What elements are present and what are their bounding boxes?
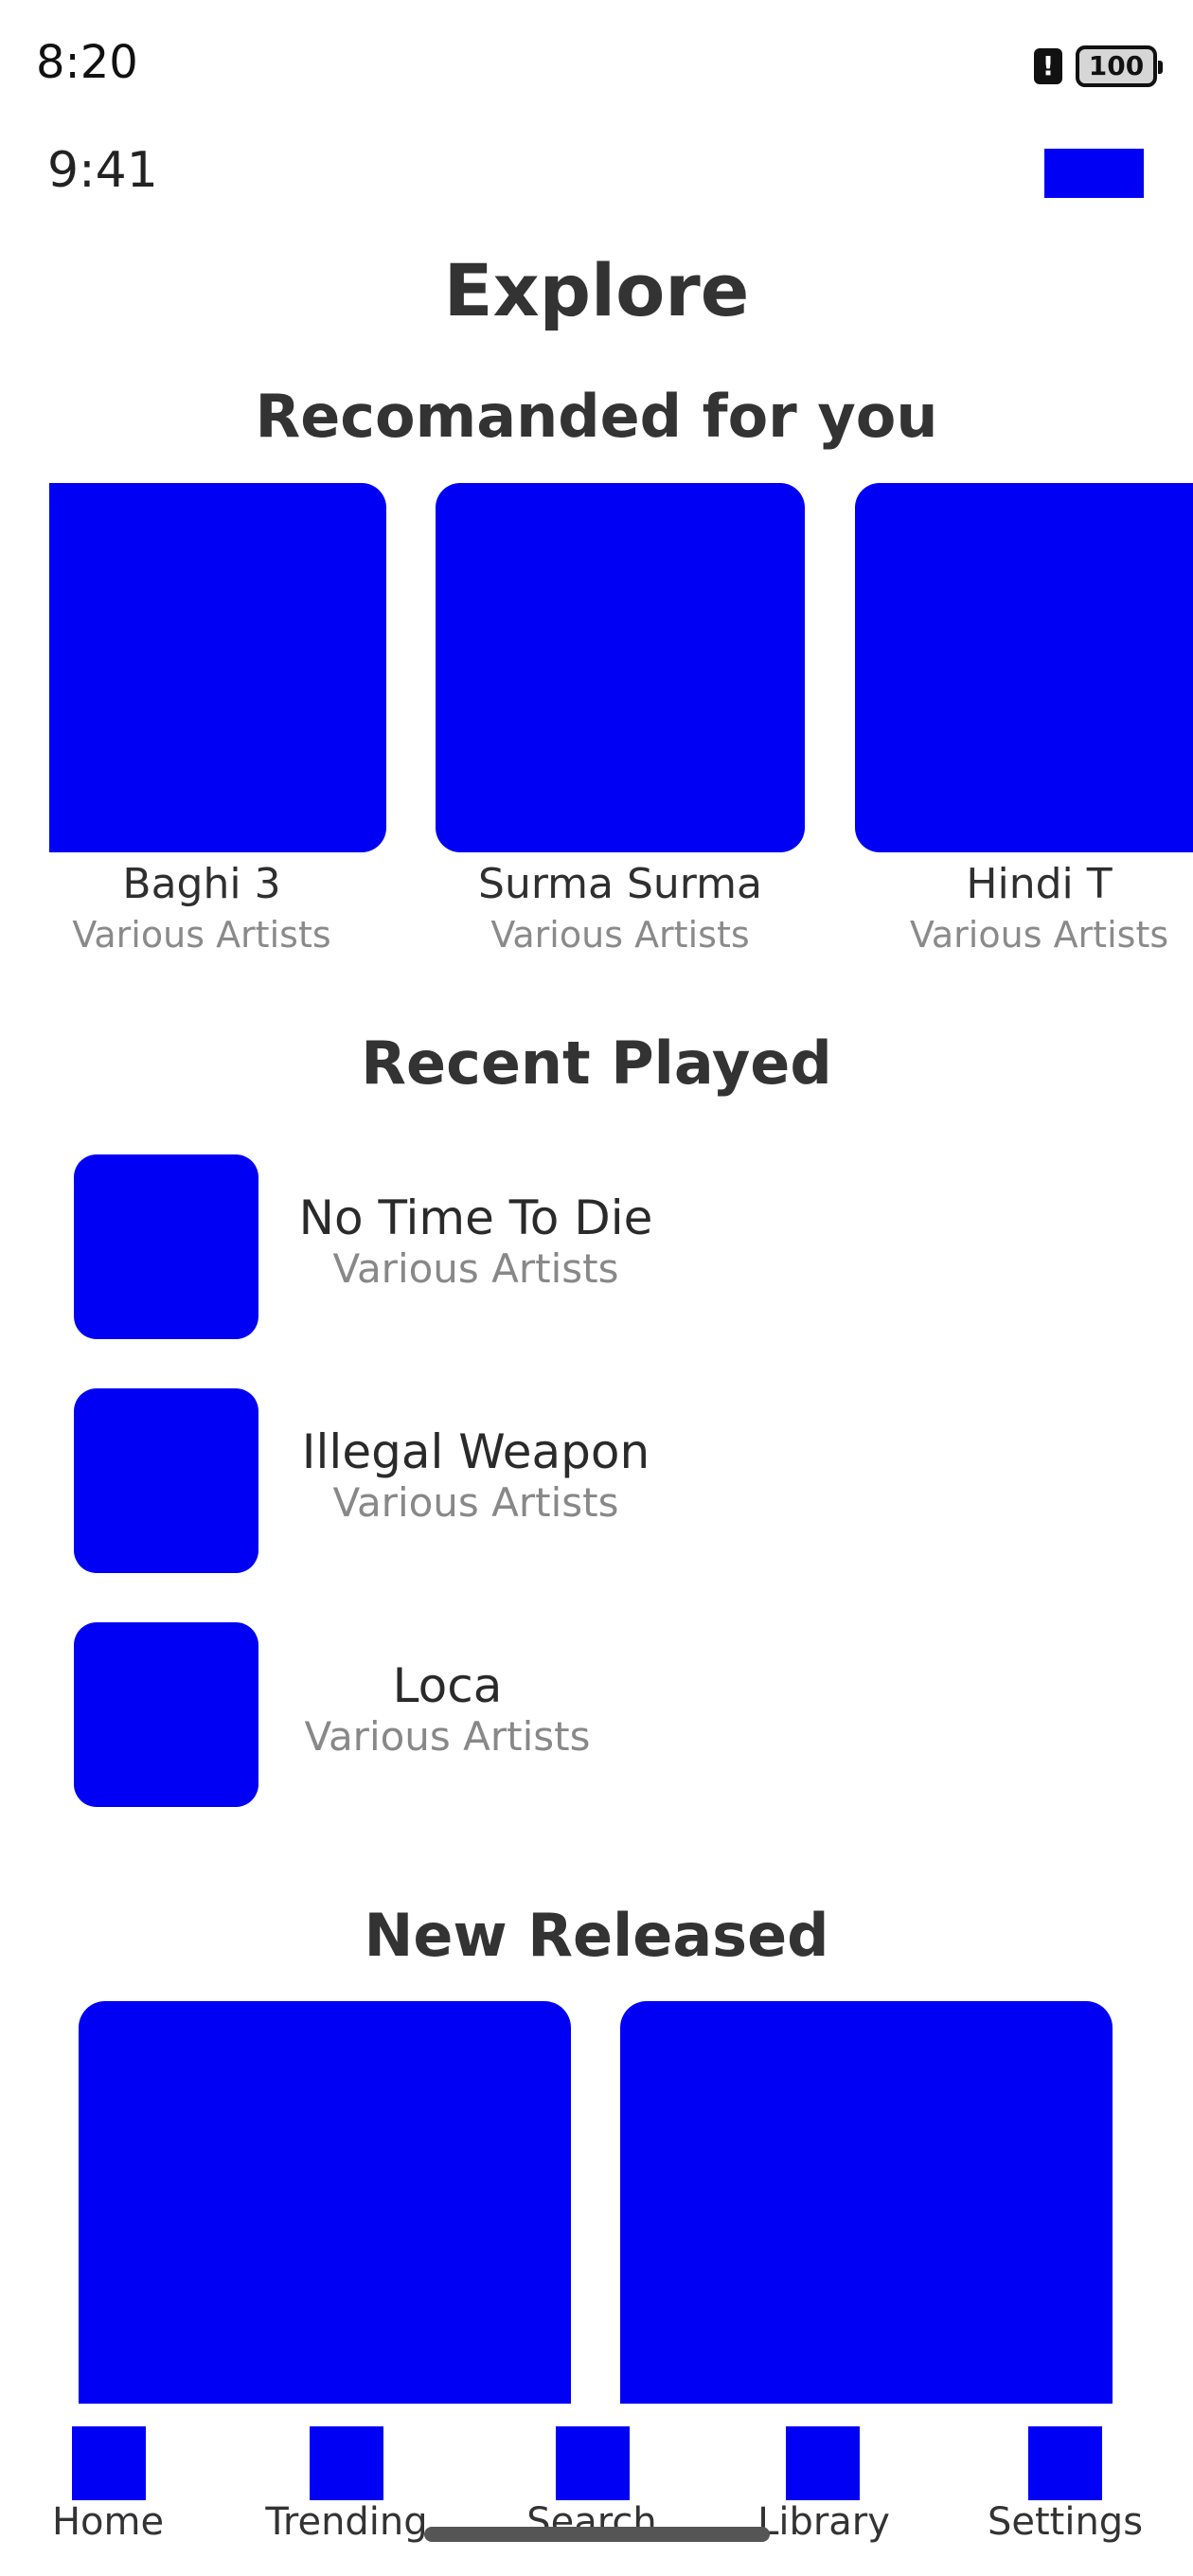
header-time: 9:41 — [47, 142, 158, 199]
settings-icon[interactable] — [1028, 2426, 1102, 2500]
recommended-section-title: Recomanded for you — [255, 382, 938, 451]
new-released-section-title: New Released — [364, 1901, 829, 1970]
nav-label-settings[interactable]: Settings — [988, 2500, 1143, 2544]
recommended-card-subtitle: Various Artists — [72, 914, 331, 956]
recommended-card-image[interactable] — [436, 483, 805, 852]
search-icon[interactable] — [556, 2426, 630, 2500]
system-time: 8:20 — [36, 36, 138, 89]
nav-label-library[interactable]: Library — [757, 2500, 890, 2544]
recommended-card-title[interactable]: Surma Surma — [450, 860, 791, 908]
recent-item-title: No Time To Die — [298, 1190, 653, 1245]
nav-label-home[interactable]: Home — [52, 2500, 164, 2544]
recent-section-title: Recent Played — [361, 1029, 832, 1098]
page-title: Explore — [443, 248, 750, 332]
trending-icon[interactable] — [310, 2426, 383, 2500]
home-indicator[interactable] — [424, 2527, 770, 2542]
system-status-icons: ! 100 — [1034, 45, 1163, 87]
alert-icon: ! — [1034, 48, 1062, 84]
new-release-card-image[interactable] — [79, 2001, 571, 2404]
recent-item-title: Loca — [392, 1658, 503, 1713]
recommended-card-image[interactable] — [855, 483, 1193, 852]
recent-item-thumbnail[interactable] — [74, 1622, 258, 1807]
recent-item[interactable]: Loca Various Artists — [298, 1658, 596, 1760]
recommended-card-image[interactable] — [49, 483, 386, 852]
nav-label-trending[interactable]: Trending — [265, 2500, 427, 2544]
recent-item[interactable]: No Time To Die Various Artists — [298, 1190, 653, 1292]
recent-item[interactable]: Illegal Weapon Various Artists — [298, 1424, 653, 1526]
recent-item-subtitle: Various Artists — [304, 1713, 591, 1760]
library-icon[interactable] — [786, 2426, 860, 2500]
recommended-card-subtitle: Various Artists — [490, 914, 750, 956]
recent-item-thumbnail[interactable] — [74, 1154, 258, 1339]
new-release-card-image[interactable] — [620, 2001, 1113, 2404]
recent-item-subtitle: Various Artists — [332, 1245, 619, 1292]
recommended-card-title[interactable]: Hindi T — [909, 860, 1169, 908]
recommended-card-title[interactable]: Baghi 3 — [64, 860, 339, 908]
home-icon[interactable] — [72, 2426, 146, 2500]
battery-icon: 100 — [1076, 45, 1163, 87]
recent-item-thumbnail[interactable] — [74, 1388, 258, 1573]
recent-item-subtitle: Various Artists — [332, 1479, 619, 1526]
recent-item-title: Illegal Weapon — [301, 1424, 650, 1479]
header-action-button[interactable] — [1044, 149, 1144, 198]
recommended-card-subtitle: Various Artists — [909, 914, 1169, 956]
